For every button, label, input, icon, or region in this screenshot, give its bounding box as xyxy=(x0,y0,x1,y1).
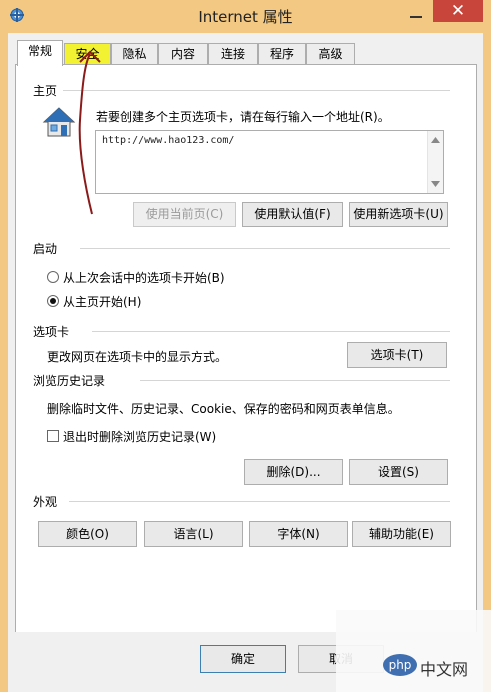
scroll-down-icon[interactable] xyxy=(431,181,440,187)
minimize-button[interactable] xyxy=(405,4,427,24)
delete-on-exit-checkbox[interactable] xyxy=(47,430,59,442)
tabs-section-title: 选项卡 xyxy=(33,325,70,339)
home-separator xyxy=(63,90,450,91)
use-current-button[interactable]: 使用当前页(C) xyxy=(133,202,236,227)
tab-programs[interactable]: 程序 xyxy=(258,43,306,65)
radio-last-session[interactable] xyxy=(47,271,59,283)
scroll-up-icon[interactable] xyxy=(431,137,440,143)
ok-button[interactable]: 确定 xyxy=(200,645,286,673)
radio-home[interactable] xyxy=(47,295,59,307)
radio-last-session-label: 从上次会话中的选项卡开始(B) xyxy=(63,271,225,285)
tab-advanced[interactable]: 高级 xyxy=(306,43,355,65)
php-logo: php xyxy=(383,654,417,676)
home-hint-text: 若要创建多个主页选项卡，请在每行输入一个地址(R)。 xyxy=(96,110,390,124)
tabs-button[interactable]: 选项卡(T) xyxy=(347,342,447,368)
red-annotation-arrow xyxy=(78,50,101,215)
history-description: 删除临时文件、历史记录、Cookie、保存的密码和网页表单信息。 xyxy=(47,402,400,416)
use-default-button[interactable]: 使用默认值(F) xyxy=(242,202,343,227)
fonts-button[interactable]: 字体(N) xyxy=(249,521,348,547)
languages-button[interactable]: 语言(L) xyxy=(144,521,243,547)
tab-general[interactable]: 常规 xyxy=(17,40,63,66)
tab-content[interactable]: 内容 xyxy=(158,43,208,65)
appearance-section-title: 外观 xyxy=(33,495,58,509)
history-settings-button[interactable]: 设置(S) xyxy=(349,459,448,485)
history-section-title: 浏览历史记录 xyxy=(33,374,106,388)
home-url-text: http://www.hao123.com/ xyxy=(102,135,235,146)
home-url-textarea[interactable]: http://www.hao123.com/ xyxy=(95,130,444,194)
home-section-title: 主页 xyxy=(33,84,58,98)
startup-section-title: 启动 xyxy=(33,242,58,256)
history-separator xyxy=(140,380,450,381)
watermark-site-text: 中文网 xyxy=(420,660,469,679)
close-button[interactable]: ✕ xyxy=(433,0,483,22)
radio-home-label: 从主页开始(H) xyxy=(63,295,142,309)
tabs-description: 更改网页在选项卡中的显示方式。 xyxy=(47,350,228,364)
tab-connections[interactable]: 连接 xyxy=(208,43,258,65)
appearance-separator xyxy=(69,501,450,502)
tab-privacy[interactable]: 隐私 xyxy=(111,43,158,65)
delete-history-button[interactable]: 删除(D)... xyxy=(244,459,343,485)
accessibility-button[interactable]: 辅助功能(E) xyxy=(352,521,451,547)
tabs-separator xyxy=(92,331,450,332)
textarea-scrollbar[interactable] xyxy=(427,131,443,193)
delete-on-exit-label: 退出时删除浏览历史记录(W) xyxy=(63,430,217,444)
colors-button[interactable]: 颜色(O) xyxy=(38,521,137,547)
startup-separator xyxy=(80,248,450,249)
use-new-tab-button[interactable]: 使用新选项卡(U) xyxy=(349,202,448,227)
